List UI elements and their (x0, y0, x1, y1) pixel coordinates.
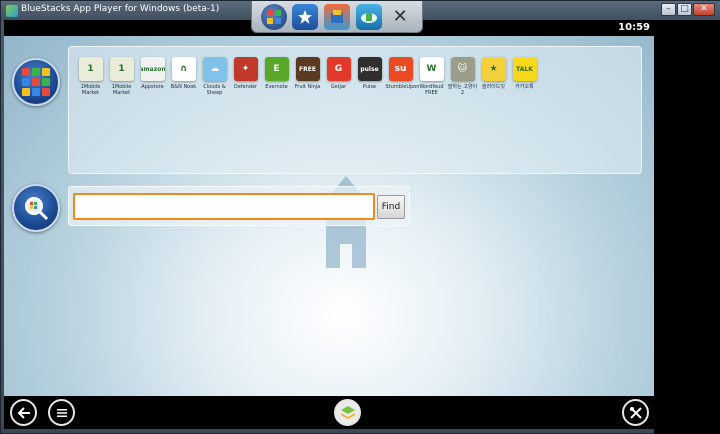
app-label: 1Mobile Market (111, 84, 132, 96)
app-tile[interactable]: amazon Appstore (139, 57, 166, 96)
app-icon: 🐱 (450, 57, 475, 81)
close-window-button[interactable]: ✕ (693, 3, 715, 16)
bluestacks-logo-icon (6, 5, 18, 17)
app-tile[interactable]: ★ 슬라이드잇 (480, 57, 507, 96)
app-label: Defender (233, 84, 258, 90)
app-tile[interactable]: ∩ B&N Nook (170, 57, 197, 96)
app-tile[interactable]: G Getjar (325, 57, 352, 96)
bottom-navigation-bar (4, 396, 654, 429)
app-icon: W (419, 57, 444, 81)
app-icon: ☁ (202, 57, 227, 81)
app-label: Clouds & Sheep (203, 84, 226, 96)
all-apps-button[interactable] (12, 58, 60, 106)
settings-tools-icon[interactable] (622, 399, 649, 426)
app-icon: TALK (512, 57, 537, 81)
app-icon: G (326, 57, 351, 81)
app-tile[interactable]: FREE Fruit Ninja (294, 57, 321, 96)
app-tile[interactable]: TALK 카카오톡 (511, 57, 538, 96)
app-label: Appstore (141, 84, 164, 90)
app-tile[interactable]: su StumbleUpon (385, 57, 420, 96)
apps-grid-icon (22, 68, 50, 96)
app-tile[interactable]: E Evernote (263, 57, 290, 96)
app-tile[interactable]: pulse Pulse (356, 57, 383, 96)
back-icon[interactable] (10, 399, 37, 426)
launcher-dock: ✕ (251, 1, 423, 33)
apps-grid-icon[interactable] (260, 3, 287, 30)
app-icon: 1 (109, 57, 134, 81)
app-label: 1Mobile Market (80, 84, 101, 96)
app-tile[interactable]: W Wordfeud FREE (418, 57, 445, 96)
app-label: 카카오톡 (515, 84, 534, 90)
app-icon: ∩ (171, 57, 196, 81)
close-icon[interactable]: ✕ (387, 4, 413, 30)
app-tile[interactable]: 1 1Mobile Market (108, 57, 135, 96)
star-icon[interactable] (292, 3, 319, 30)
installed-apps-panel: 1 1Mobile Market 1 1Mobile Market amazon Apps… (68, 46, 642, 174)
search-button[interactable] (12, 184, 60, 232)
app-label: B&N Nook (170, 84, 197, 90)
app-store-icon[interactable] (323, 3, 350, 30)
app-label: Fruit Ninja (294, 84, 321, 90)
app-label: 말하는 고양이 2 (447, 84, 478, 96)
app-icon: su (388, 57, 413, 81)
app-label: Wordfeud FREE (419, 84, 444, 96)
home-bluestacks-icon[interactable] (334, 399, 361, 426)
app-icon: ✦ (233, 57, 258, 81)
app-tile[interactable]: ✦ Defender (232, 57, 259, 96)
app-icon: 1 (78, 57, 103, 81)
app-label: StumbleUpon (385, 84, 420, 90)
app-label: Evernote (265, 84, 288, 90)
app-label: 슬라이드잇 (481, 84, 505, 90)
app-tile[interactable]: 🐱 말하는 고양이 2 (447, 57, 478, 96)
menu-icon[interactable] (48, 399, 75, 426)
app-tile[interactable]: 1 1Mobile Market (77, 57, 104, 96)
cloud-sync-icon[interactable] (355, 3, 382, 30)
app-icon: E (264, 57, 289, 81)
status-clock: 10:59 (618, 22, 650, 33)
search-icon (25, 197, 49, 221)
app-icon: amazon (140, 57, 165, 81)
app-label: Pulse (362, 84, 377, 90)
maximize-button[interactable]: □ (677, 3, 692, 16)
right-gutter (654, 20, 720, 434)
app-icon: pulse (357, 57, 382, 81)
minimize-button[interactable]: – (661, 3, 676, 16)
search-input[interactable] (73, 193, 375, 220)
app-tile[interactable]: ☁ Clouds & Sheep (201, 57, 228, 96)
app-icon: ★ (481, 57, 506, 81)
search-panel: Find (68, 186, 410, 226)
app-label: Getjar (330, 84, 347, 90)
find-button[interactable]: Find (377, 195, 405, 219)
window-title: BlueStacks App Player for Windows (beta-… (21, 4, 220, 14)
android-screen: 10:59 1 1Mobile Market 1 1Mobile Market amaz… (4, 20, 654, 429)
app-icon: FREE (295, 57, 320, 81)
